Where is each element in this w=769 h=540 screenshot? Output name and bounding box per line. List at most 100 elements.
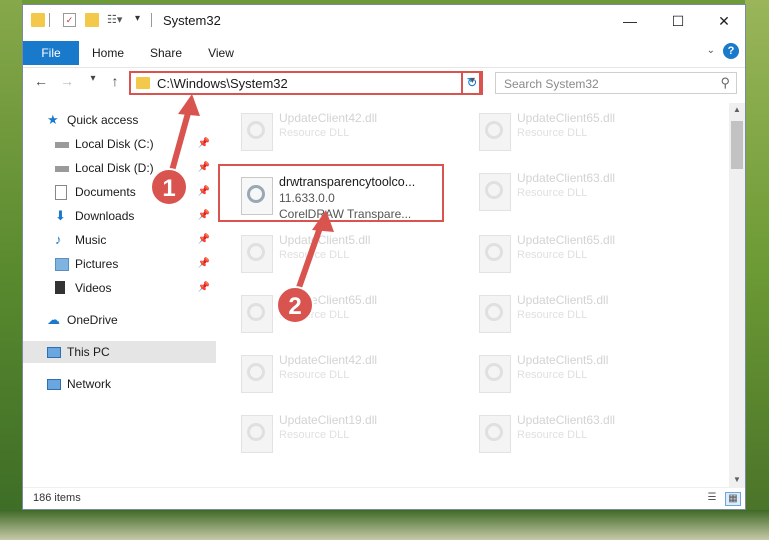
file-name: UpdateClient65.dll xyxy=(517,233,616,247)
file-name: UpdateClient42.dll xyxy=(279,353,378,367)
file-item[interactable]: UpdateClient65.dll Resource DLL xyxy=(467,227,695,279)
sidebar-item-this-pc[interactable]: This PC xyxy=(23,341,216,363)
sidebar-item-label: Local Disk (D:) xyxy=(75,161,154,175)
close-button[interactable]: ✕ xyxy=(701,5,747,37)
desktop-wallpaper-right xyxy=(745,0,769,540)
sidebar-item-label: Documents xyxy=(75,185,136,199)
sidebar-item-music[interactable]: ♪ Music 📌 xyxy=(23,229,216,251)
tab-home[interactable]: Home xyxy=(85,41,131,65)
customize-toolbar-icon[interactable]: ☷▾ xyxy=(107,13,122,27)
gear-icon xyxy=(247,423,265,441)
window-title: System32 xyxy=(163,13,221,28)
step-badge-1: 1 xyxy=(150,168,188,206)
gear-icon xyxy=(247,303,265,321)
forward-arrow-icon[interactable]: → xyxy=(57,73,77,89)
sidebar-item-network[interactable]: Network xyxy=(23,373,216,395)
scroll-down-icon[interactable]: ▼ xyxy=(729,473,745,487)
gear-icon xyxy=(485,363,503,381)
pin-icon[interactable]: 📌 xyxy=(198,253,210,275)
cloud-icon: ☁ xyxy=(47,312,60,327)
tab-view[interactable]: View xyxy=(199,41,243,65)
star-icon: ★ xyxy=(47,112,59,127)
gear-icon xyxy=(247,121,265,139)
maximize-button[interactable]: ☐ xyxy=(655,5,701,37)
file-item[interactable]: UpdateClient5.dll Resource DLL xyxy=(229,227,457,279)
tab-share[interactable]: Share xyxy=(143,41,189,65)
collapse-ribbon-icon[interactable]: ⌄ xyxy=(707,45,715,56)
file-type: Resource DLL xyxy=(517,187,588,199)
gear-icon xyxy=(485,121,503,139)
folder-icon xyxy=(31,13,45,27)
refresh-button[interactable]: ↻ xyxy=(461,71,483,95)
properties-icon[interactable]: ✓ xyxy=(63,13,76,27)
gear-icon xyxy=(485,303,503,321)
file-name: UpdateClient63.dll xyxy=(517,171,616,185)
recent-locations-icon[interactable]: ▾ xyxy=(83,73,103,84)
file-name: UpdateClient19.dll xyxy=(279,413,378,427)
file-item[interactable]: UpdateClient19.dll Resource DLL xyxy=(229,407,457,459)
pin-icon[interactable]: 📌 xyxy=(198,133,210,155)
pin-icon[interactable]: 📌 xyxy=(198,277,210,299)
chevron-down-icon[interactable]: ▾ xyxy=(135,13,149,27)
drive-icon xyxy=(55,166,69,172)
file-type: Resource DLL xyxy=(279,369,350,381)
scroll-up-icon[interactable]: ▲ xyxy=(729,103,745,117)
pin-icon[interactable]: 📌 xyxy=(198,229,210,251)
file-name: UpdateClient5.dll xyxy=(517,353,609,367)
file-item[interactable]: UpdateClient42.dll Resource DLL xyxy=(229,105,457,157)
pin-icon[interactable]: 📌 xyxy=(198,205,210,227)
search-icon[interactable]: ⚲ xyxy=(720,75,730,91)
sidebar-item-videos[interactable]: Videos 📌 xyxy=(23,277,216,299)
vertical-scrollbar[interactable]: ▲ ▼ xyxy=(729,103,745,487)
file-type: Resource DLL xyxy=(517,429,588,441)
gear-icon xyxy=(485,243,503,261)
tab-file[interactable]: File xyxy=(23,41,79,65)
tiles-view-icon[interactable]: ▦ xyxy=(725,492,741,506)
file-item[interactable]: UpdateClient42.dll Resource DLL xyxy=(229,347,457,399)
ribbon-tabs: File Home Share View ⌄ ? xyxy=(23,37,745,68)
sidebar-item-pictures[interactable]: Pictures 📌 xyxy=(23,253,216,275)
gear-icon xyxy=(247,363,265,381)
item-count: 186 items xyxy=(33,492,81,504)
sidebar-item-label: OneDrive xyxy=(67,313,118,327)
file-item[interactable]: UpdateClient5.dll Resource DLL xyxy=(467,287,695,339)
pin-icon[interactable]: 📌 xyxy=(198,181,210,203)
music-icon: ♪ xyxy=(55,232,62,247)
file-item[interactable]: UpdateClient5.dll Resource DLL xyxy=(467,347,695,399)
sidebar-item-downloads[interactable]: ⬇ Downloads 📌 xyxy=(23,205,216,227)
details-view-icon[interactable]: ☰ xyxy=(705,492,719,504)
sidebar-item-label: Music xyxy=(75,233,107,247)
sidebar-item-label: Quick access xyxy=(67,113,139,127)
file-item[interactable]: UpdateClient63.dll Resource DLL xyxy=(467,407,695,459)
search-box: ⚲ xyxy=(495,72,737,95)
sidebar-item-quick-access[interactable]: ★ Quick access xyxy=(23,109,216,131)
sidebar-item-label: This PC xyxy=(67,345,110,359)
desktop-wallpaper-bottom xyxy=(0,510,769,540)
file-item[interactable]: UpdateClient63.dll Resource DLL xyxy=(467,165,695,217)
gear-icon xyxy=(485,181,503,199)
file-type: Resource DLL xyxy=(517,369,588,381)
file-item[interactable]: UpdateClient65.dll Resource DLL xyxy=(467,105,695,157)
scroll-thumb[interactable] xyxy=(731,121,743,169)
help-button[interactable]: ? xyxy=(723,43,739,59)
sidebar-item-local-disk-d[interactable]: Local Disk (D:) 📌 xyxy=(23,157,216,179)
address-path: C:\Windows\System32 xyxy=(157,76,288,91)
status-bar: 186 items ☰ ▦ xyxy=(23,487,745,510)
back-arrow-icon[interactable]: ← xyxy=(31,73,51,89)
search-input[interactable] xyxy=(496,73,718,95)
separator xyxy=(49,13,51,27)
up-arrow-icon[interactable]: ↑ xyxy=(105,73,125,89)
sidebar-item-onedrive[interactable]: ☁ OneDrive xyxy=(23,309,216,331)
pin-icon[interactable]: 📌 xyxy=(198,157,210,179)
minimize-button[interactable]: — xyxy=(607,5,653,37)
file-item[interactable]: UpdateClient65.dll Resource DLL xyxy=(229,287,457,339)
address-row: ← → ▾ ↑ C:\Windows\System32 ▾ ↻ ⚲ xyxy=(23,67,745,99)
refresh-icon: ↻ xyxy=(466,75,478,90)
file-name: UpdateClient63.dll xyxy=(517,413,616,427)
gear-icon xyxy=(247,243,265,261)
new-folder-icon[interactable] xyxy=(85,13,99,27)
sidebar-item-local-disk-c[interactable]: Local Disk (C:) 📌 xyxy=(23,133,216,155)
title-bar: ✓ ☷▾ ▾ System32 — ☐ ✕ xyxy=(23,5,745,37)
file-explorer-window: ✓ ☷▾ ▾ System32 — ☐ ✕ File Home Share Vi… xyxy=(22,4,746,510)
address-bar[interactable]: C:\Windows\System32 ▾ xyxy=(129,71,481,95)
